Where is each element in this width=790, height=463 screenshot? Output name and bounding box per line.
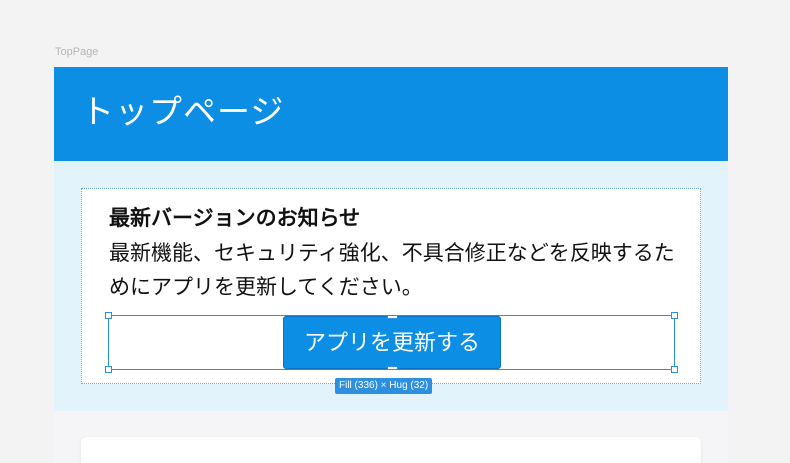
resize-handle-top-left[interactable] [105, 312, 112, 319]
selection-outline[interactable]: アプリを更新する [105, 312, 678, 373]
notice-title: 最新バージョンのお知らせ [109, 206, 361, 230]
notice-section: 最新バージョンのお知らせ 最新機能、セキュリティ強化、不具合修正などを反映するた… [54, 161, 728, 411]
update-app-button[interactable]: アプリを更新する [283, 315, 501, 370]
resize-handle-bottom-left[interactable] [105, 366, 112, 373]
top-page-frame: トップページ 最新バージョンのお知らせ 最新機能、セキュリティ強化、不具合修正な… [54, 67, 728, 463]
notice-body: 最新機能、セキュリティ強化、不具合修正などを反映するためにアプリを更新してくださ… [109, 241, 675, 299]
content-card [81, 437, 701, 463]
notice-card: 最新バージョンのお知らせ 最新機能、セキュリティ強化、不具合修正などを反映するた… [81, 188, 701, 384]
size-badge: Fill (336) × Hug (32) [335, 378, 433, 394]
resize-handle-bottom[interactable] [387, 366, 398, 370]
resize-handle-top-right[interactable] [671, 312, 678, 319]
page-title: トップページ [81, 92, 285, 131]
header-bar: トップページ [54, 67, 728, 161]
resize-handle-bottom-right[interactable] [671, 366, 678, 373]
update-app-button-label: アプリを更新する [303, 331, 480, 356]
resize-handle-top[interactable] [387, 315, 398, 319]
frame-label: TopPage [55, 46, 99, 58]
